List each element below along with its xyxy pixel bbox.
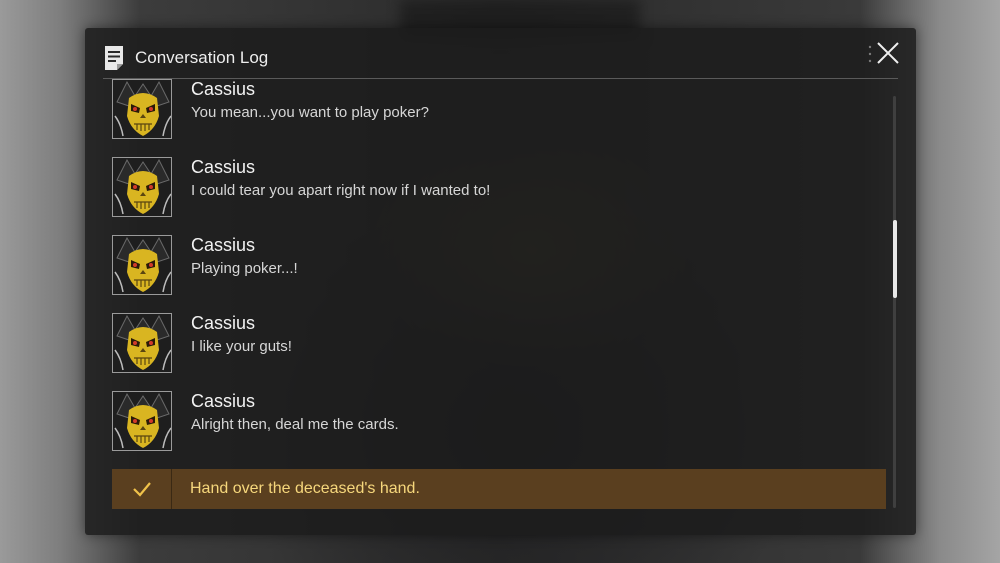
scrollbar-thumb[interactable] [893, 220, 897, 298]
scrollbar-track[interactable] [893, 96, 896, 508]
dialogue-text: I like your guts! [191, 338, 292, 355]
list-item: Cassius Alright then, deal me the cards. [112, 391, 872, 455]
skull-avatar-icon [113, 314, 171, 372]
panel-header: Conversation Log [103, 40, 268, 76]
close-icon [877, 42, 899, 64]
dialogue-text: Alright then, deal me the cards. [191, 416, 399, 433]
selected-choice[interactable]: Hand over the deceased's hand. [112, 469, 886, 509]
list-item: Cassius Playing poker...! [112, 235, 872, 299]
checkmark-box [112, 469, 172, 509]
speaker-name: Cassius [191, 391, 256, 411]
dialogue-text: You mean...you want to play poker? [191, 104, 429, 121]
choice-text: Hand over the deceased's hand. [190, 480, 420, 497]
speaker-name: Cassius [191, 235, 256, 255]
skull-avatar-icon [113, 158, 171, 216]
checkmark-icon [132, 482, 151, 497]
vertical-dots-icon [868, 44, 872, 64]
skull-avatar-icon [113, 392, 171, 450]
skull-avatar-icon [113, 236, 171, 294]
conversation-list: Cassius You mean...you want to play poke… [112, 79, 872, 464]
speaker-name: Cassius [191, 79, 256, 99]
list-item: Cassius I could tear you apart right now… [112, 157, 872, 221]
dialogue-text: I could tear you apart right now if I wa… [191, 182, 491, 199]
skull-avatar-icon [113, 80, 171, 138]
avatar [112, 391, 172, 451]
log-document-icon [103, 45, 125, 71]
avatar [112, 313, 172, 373]
speaker-name: Cassius [191, 157, 256, 177]
conversation-log-panel: Conversation Log Cassius You mean...you … [85, 28, 916, 535]
speaker-name: Cassius [191, 313, 256, 333]
list-item: Cassius I like your guts! [112, 313, 872, 377]
avatar [112, 235, 172, 295]
list-item: Cassius You mean...you want to play poke… [112, 79, 872, 143]
page-title: Conversation Log [135, 48, 269, 67]
dialogue-text: Playing poker...! [191, 260, 298, 277]
avatar [112, 157, 172, 217]
avatar [112, 79, 172, 139]
game-background: Conversation Log Cassius You mean...you … [0, 0, 1000, 563]
close-button[interactable] [875, 40, 901, 66]
